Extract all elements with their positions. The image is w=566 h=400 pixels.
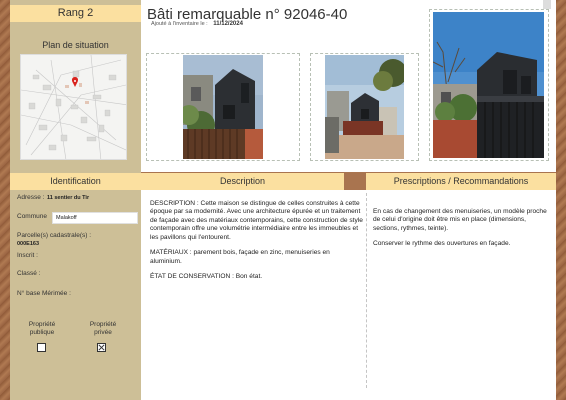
adresse-value: 11 sentier du Tir <box>47 195 90 201</box>
scrollbar[interactable] <box>543 0 551 9</box>
inscrit-label: Inscrit : <box>17 252 38 259</box>
situation-map <box>20 54 127 160</box>
prescriptions-text: En cas de changement des menuiseries, un… <box>373 208 553 256</box>
prescriptions-p2: Conserver le rythme des ouvertures en fa… <box>373 240 511 248</box>
header-description: Description <box>141 173 344 190</box>
description-p1: DESCRIPTION : Cette maison se distingue … <box>150 200 363 241</box>
checkmark-x-icon <box>98 344 105 351</box>
building-photo-2 <box>325 55 404 159</box>
title-number: 92046-40 <box>283 6 348 23</box>
building-photo-1 <box>183 55 263 159</box>
description-p3: ÉTAT DE CONSERVATION : Bon état. <box>150 273 263 281</box>
map-drawing <box>21 55 126 159</box>
prop-privee-label: Propriété privée <box>89 321 117 337</box>
prop-publique-checkbox[interactable] <box>37 343 46 352</box>
added-date: 11/12/2024 <box>213 21 243 27</box>
prescriptions-p1: En cas de changement des menuiseries, un… <box>373 208 547 232</box>
header-prescriptions: Prescriptions / Recommandations <box>366 173 556 190</box>
commune-field[interactable]: Malakoff <box>52 212 138 224</box>
commune-label: Commune <box>17 213 47 220</box>
description-p2: MATÉRIAUX : parement bois, façade en zin… <box>150 249 330 265</box>
added-info: Ajouté à l'inventaire le : 11/12/2024 <box>151 21 243 27</box>
building-photo-3 <box>433 12 544 158</box>
merimee-label: N° base Mérimée : <box>17 290 71 297</box>
prop-publique-label: Propriété publique <box>28 321 56 337</box>
added-label: Ajouté à l'inventaire le : <box>151 21 208 27</box>
rang-badge: Rang 2 <box>10 5 141 22</box>
plan-title: Plan de situation <box>42 40 109 50</box>
adresse-label: Adresse : <box>17 194 45 201</box>
wood-border-right <box>556 0 566 400</box>
parcelles-label: Parcelle(s) cadastrale(s) : <box>17 232 92 239</box>
description-text: DESCRIPTION : Cette maison se distingue … <box>150 200 363 289</box>
header-identification: Identification <box>10 173 141 190</box>
prop-privee-checkbox[interactable] <box>97 343 106 352</box>
wood-border-left <box>0 0 10 400</box>
parcelles-value: 000E163 <box>17 241 40 247</box>
column-divider <box>366 193 367 388</box>
classe-label: Classé : <box>17 270 41 277</box>
